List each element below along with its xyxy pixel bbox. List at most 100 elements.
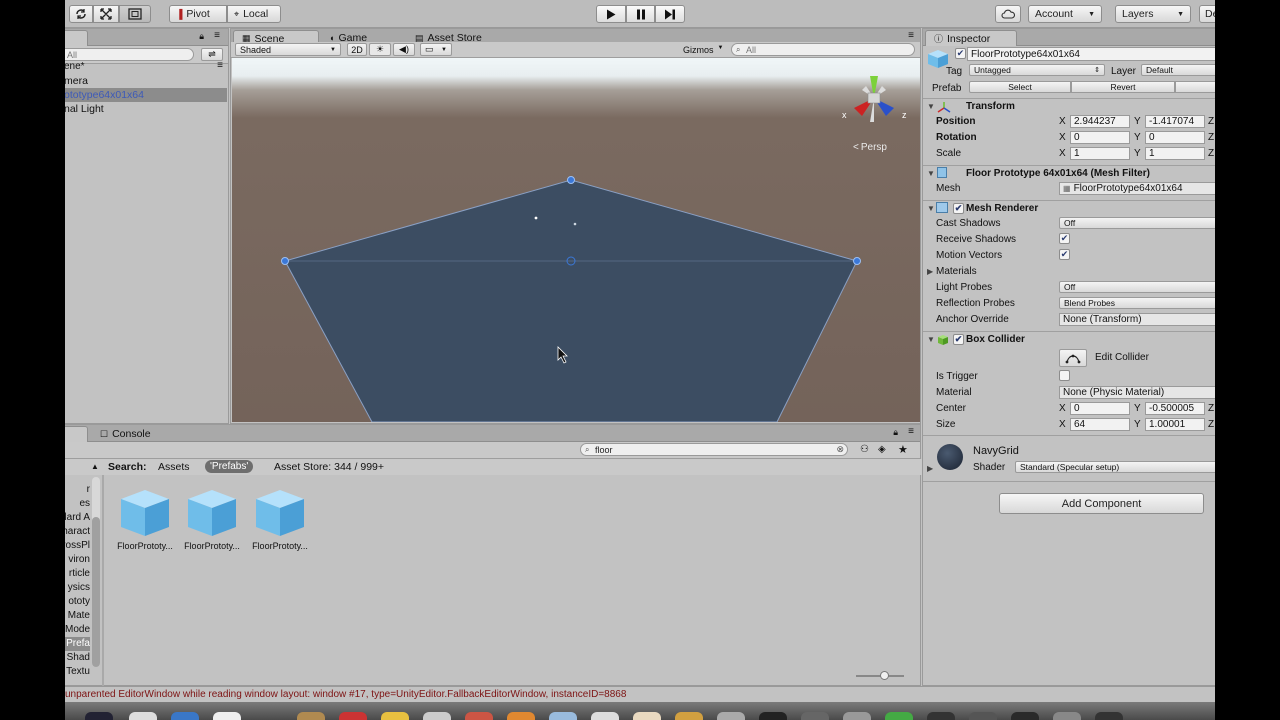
layer-dropdown[interactable]: Default — [1141, 64, 1215, 76]
folder-item[interactable]: rossPl — [65, 539, 90, 553]
folder-item[interactable]: ototy — [65, 595, 90, 609]
play-button[interactable] — [596, 5, 626, 23]
pause-button[interactable] — [626, 5, 655, 23]
dock-app-icon[interactable] — [633, 712, 661, 720]
menu-icon[interactable]: ≡ — [908, 30, 914, 41]
anchor-override-field[interactable]: None (Transform) — [1059, 313, 1215, 326]
dock-app-icon[interactable] — [759, 712, 787, 720]
dock-app-icon[interactable] — [381, 712, 409, 720]
rotate-tool-button[interactable] — [69, 5, 93, 23]
folder-item[interactable]: ysics — [65, 581, 90, 595]
hierarchy-item-floor[interactable]: ototype64x01x64 — [65, 88, 227, 102]
dock-app-icon[interactable] — [717, 712, 745, 720]
scale-x-field[interactable]: 1 — [1070, 147, 1130, 160]
prefab-select-button[interactable]: Select — [969, 81, 1071, 93]
menu-icon[interactable]: ≡ — [908, 426, 914, 437]
size-x-field[interactable]: 64 — [1070, 418, 1130, 431]
dock-app-icon[interactable] — [129, 712, 157, 720]
object-name-field[interactable]: FloorPrototype64x01x64 — [967, 47, 1215, 61]
center-x-field[interactable]: 0 — [1070, 402, 1130, 415]
dock-app-icon[interactable] — [1095, 712, 1123, 720]
dock-app-icon[interactable] — [591, 712, 619, 720]
dock-app-icon[interactable] — [885, 712, 913, 720]
mesh-renderer-header[interactable]: ▼ ✔︎ Mesh Renderer — [923, 200, 1215, 216]
filter-prefabs-badge[interactable]: 'Prefabs' — [205, 460, 254, 473]
rotation-x-field[interactable]: 0 — [1070, 131, 1130, 144]
collider-handle-right[interactable] — [853, 257, 861, 265]
dock-app-icon[interactable] — [969, 712, 997, 720]
folder-item[interactable]: es — [65, 497, 90, 511]
tab-console[interactable]: ☐ Console — [92, 426, 159, 442]
reflection-probes-dropdown[interactable]: Blend Probes — [1059, 297, 1215, 309]
rotation-y-field[interactable]: 0 — [1145, 131, 1205, 144]
scale-y-field[interactable]: 1 — [1145, 147, 1205, 160]
clear-search-icon[interactable]: ⊗ — [836, 444, 844, 455]
dock-app-icon[interactable] — [1053, 712, 1081, 720]
collider-material-field[interactable]: None (Physic Material) — [1059, 386, 1215, 399]
box-collider-enabled-checkbox[interactable]: ✔︎ — [953, 334, 964, 345]
shader-dropdown[interactable]: Standard (Specular setup) — [1015, 461, 1215, 473]
lock-icon[interactable]: 🔒︎ — [199, 31, 204, 42]
edit-collider-button[interactable] — [1059, 349, 1087, 367]
collapse-triangle-icon[interactable]: ▶ — [927, 267, 933, 276]
materials-foldout[interactable]: Materials — [936, 266, 977, 277]
receive-shadows-checkbox[interactable]: ✔︎ — [1059, 233, 1070, 244]
project-search-input[interactable]: ⌕ floor ⊗ — [580, 443, 848, 456]
floor-plane[interactable] — [284, 179, 858, 422]
tab-inspector[interactable]: ⓘ Inspector — [925, 30, 1017, 46]
folder-item[interactable]: viron — [65, 553, 90, 567]
folder-item[interactable]: lard A — [65, 511, 90, 525]
mesh-filter-header[interactable]: ▼ Floor Prototype 64x01x64 (Mesh Filter) — [923, 165, 1215, 181]
local-toggle[interactable]: ⌖ Local — [227, 5, 281, 23]
transform-header[interactable]: ▼ Transform — [923, 98, 1215, 114]
dock-app-icon[interactable] — [339, 712, 367, 720]
slider-thumb[interactable] — [880, 671, 889, 680]
layers-dropdown[interactable]: Layers ▼ — [1115, 5, 1191, 23]
mesh-field[interactable]: ▦ FloorPrototype64x01x64 — [1059, 182, 1215, 195]
tag-dropdown[interactable]: Untagged ⇕ — [969, 64, 1105, 76]
folder-item[interactable]: Mate — [65, 609, 90, 623]
lighting-toggle[interactable]: ☀︎ — [369, 43, 391, 56]
expand-triangle-icon[interactable]: ▼ — [927, 204, 935, 213]
asset-tile[interactable]: FloorPrototy... — [110, 487, 180, 551]
hierarchy-item-light[interactable]: nal Light — [65, 102, 227, 116]
layout-dropdown[interactable]: De — [1199, 5, 1215, 23]
dock-app-icon[interactable] — [507, 712, 535, 720]
dock-app-icon[interactable] — [843, 712, 871, 720]
mesh-renderer-enabled-checkbox[interactable]: ✔︎ — [953, 203, 964, 214]
expand-triangle-icon[interactable]: ▼ — [927, 335, 935, 344]
orientation-gizmo[interactable] — [854, 76, 894, 122]
favorite-star-icon[interactable]: ★ — [898, 443, 908, 456]
folder-item-selected[interactable]: Prefa — [65, 637, 90, 651]
scene-header[interactable]: ene* ≡ — [65, 60, 227, 74]
dock-app-icon[interactable] — [465, 712, 493, 720]
scale-tool-button[interactable] — [93, 5, 119, 23]
scrollbar-thumb[interactable] — [92, 517, 100, 667]
collider-handle-top[interactable] — [567, 176, 575, 184]
shading-mode-dropdown[interactable]: Shaded ▼ — [235, 43, 341, 56]
gizmos-dropdown[interactable]: Gizmos ▼ — [683, 45, 723, 55]
scene-viewport[interactable]: x z < Persp — [232, 58, 920, 422]
split-divider[interactable] — [102, 475, 104, 687]
dock-app-icon[interactable] — [297, 712, 325, 720]
folder-item[interactable]: Textu — [65, 665, 90, 679]
folder-item[interactable]: haract — [65, 525, 90, 539]
collider-handle-left[interactable] — [281, 257, 289, 265]
is-trigger-checkbox[interactable] — [1059, 370, 1070, 381]
center-y-field[interactable]: -0.500005 — [1145, 402, 1205, 415]
dock-app-icon[interactable] — [85, 712, 113, 720]
folder-item[interactable]: r — [65, 483, 90, 497]
step-button[interactable] — [655, 5, 685, 23]
menu-icon[interactable]: ≡ — [214, 30, 220, 41]
tab-hierarchy[interactable] — [65, 30, 88, 46]
cast-shadows-dropdown[interactable]: Off — [1059, 217, 1215, 229]
folder-item[interactable]: Mode — [65, 623, 90, 637]
filter-label-icon[interactable]: ◈ — [878, 444, 886, 455]
position-y-field[interactable]: -1.417074 — [1145, 115, 1205, 128]
object-active-checkbox[interactable]: ✔︎ — [955, 48, 966, 59]
dock-app-icon[interactable] — [801, 712, 829, 720]
asset-tile[interactable]: FloorPrototy... — [245, 487, 315, 551]
size-y-field[interactable]: 1.00001 — [1145, 418, 1205, 431]
rect-tool-button[interactable] — [119, 5, 151, 23]
2d-toggle[interactable]: 2D — [347, 43, 367, 56]
